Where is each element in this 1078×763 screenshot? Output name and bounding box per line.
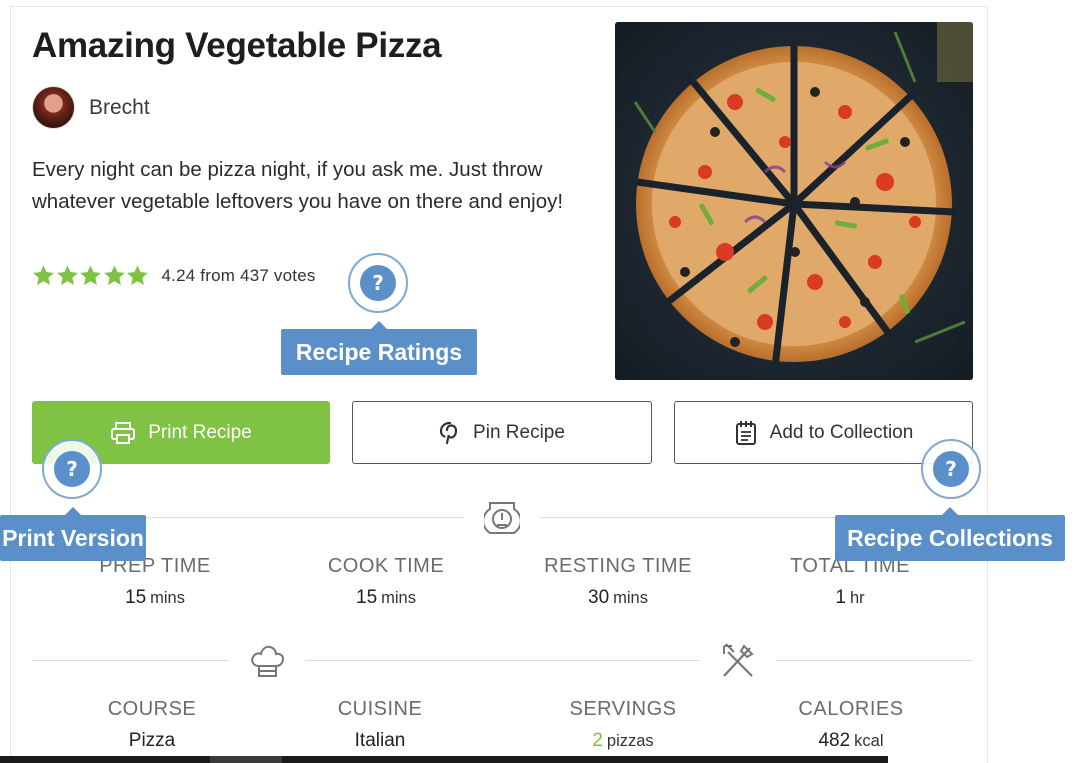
- timer-icon: [484, 502, 520, 534]
- calories-value: 482: [818, 730, 851, 751]
- recipe-image: [615, 22, 973, 380]
- calories-unit: kcal: [854, 732, 884, 750]
- pizza-illustration: [615, 22, 973, 380]
- resting-time-label: RESTING TIME: [544, 555, 692, 577]
- cook-time-unit: mins: [381, 589, 416, 607]
- calories-label: CALORIES: [798, 698, 904, 720]
- detail-divider-left: [32, 660, 228, 661]
- prep-time: PREP TIME 15 mins: [55, 555, 255, 609]
- total-time-value: 1: [835, 587, 846, 608]
- ratings-help-hotspot[interactable]: ?: [348, 253, 408, 313]
- pin-recipe-label: Pin Recipe: [473, 421, 565, 443]
- servings: SERVINGS 2 pizzas: [523, 698, 723, 752]
- help-icon: ?: [933, 451, 969, 487]
- collections-help-hotspot[interactable]: ?: [921, 439, 981, 499]
- prep-time-unit: mins: [150, 589, 185, 607]
- resting-time-value: 30: [588, 587, 610, 608]
- fork-knife-icon: [723, 643, 754, 677]
- cuisine-value: Italian: [354, 730, 406, 751]
- star-icon[interactable]: [56, 264, 79, 287]
- help-icon: ?: [54, 451, 90, 487]
- resting-time-unit: mins: [613, 589, 648, 607]
- help-icon: ?: [360, 265, 396, 301]
- servings-value[interactable]: 2: [592, 730, 603, 751]
- course-value: Pizza: [128, 730, 176, 751]
- prep-time-value: 15: [125, 587, 147, 608]
- collections-tooltip: Recipe Collections: [835, 507, 1065, 561]
- rating-summary: 4.24 from 437 votes: [161, 265, 316, 285]
- recipe-summary: Every night can be pizza night, if you a…: [32, 158, 564, 213]
- notepad-icon: [735, 420, 756, 445]
- rating-stars[interactable]: [32, 264, 150, 287]
- scrollbar-thumb[interactable]: [210, 756, 282, 763]
- calories: CALORIES 482 kcal: [751, 698, 951, 752]
- servings-unit: pizzas: [606, 732, 654, 750]
- recipe-rating: 4.24 from 437 votes: [32, 264, 316, 287]
- detail-divider-right: [776, 660, 973, 661]
- recipe-author: Brecht: [32, 86, 150, 129]
- star-icon[interactable]: [79, 264, 102, 287]
- total-time-unit: hr: [849, 589, 865, 607]
- total-time: TOTAL TIME 1 hr: [750, 555, 950, 609]
- star-icon[interactable]: [126, 264, 149, 287]
- author-name: Brecht: [89, 95, 150, 119]
- cuisine-label: CUISINE: [337, 698, 423, 720]
- cuisine: CUISINE Italian: [280, 698, 480, 752]
- cook-time-label: COOK TIME: [327, 555, 445, 577]
- print-help-hotspot[interactable]: ?: [42, 439, 102, 499]
- pin-recipe-button[interactable]: Pin Recipe: [352, 401, 652, 464]
- detail-divider-middle: [305, 660, 699, 661]
- printer-icon: [111, 421, 136, 444]
- star-icon[interactable]: [103, 264, 126, 287]
- recipe-title: Amazing Vegetable Pizza: [32, 26, 442, 65]
- print-tooltip: Print Version: [0, 507, 146, 561]
- servings-label: SERVINGS: [569, 698, 677, 720]
- cook-time: COOK TIME 15 mins: [286, 555, 486, 609]
- resting-time: RESTING TIME 30 mins: [518, 555, 718, 609]
- author-avatar: [32, 86, 75, 129]
- chef-hat-icon: [251, 645, 285, 677]
- pinterest-icon: [439, 421, 458, 444]
- star-icon[interactable]: [32, 264, 55, 287]
- course-label: COURSE: [107, 698, 197, 720]
- bottom-scrollbar[interactable]: [0, 756, 888, 763]
- ratings-tooltip: Recipe Ratings: [281, 321, 477, 375]
- add-to-collection-label: Add to Collection: [769, 421, 914, 443]
- cook-time-value: 15: [356, 587, 378, 608]
- print-recipe-label: Print Recipe: [148, 421, 252, 443]
- course: COURSE Pizza: [52, 698, 252, 752]
